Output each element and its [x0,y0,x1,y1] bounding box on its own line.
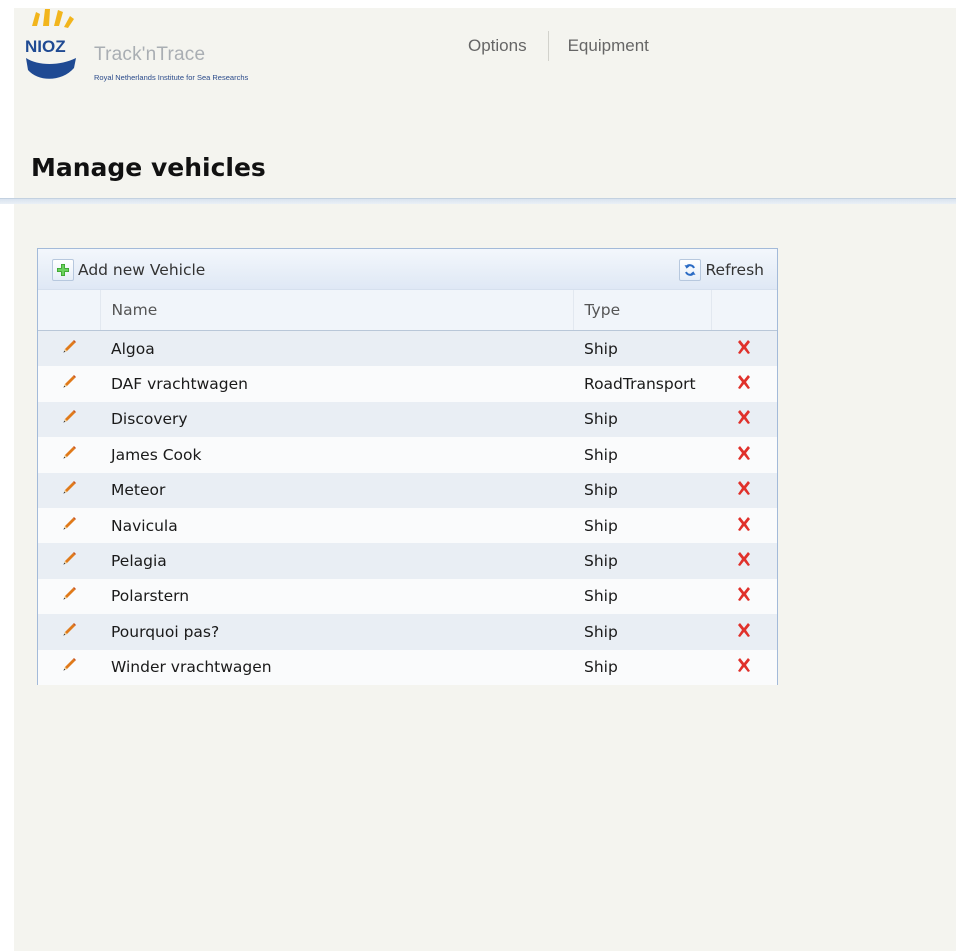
pencil-icon[interactable] [60,585,78,607]
edit-cell [38,437,100,473]
delete-x-icon[interactable] [735,338,753,360]
delete-x-icon[interactable] [735,621,753,643]
delete-cell [711,366,777,402]
vehicle-name: Discovery [100,401,573,438]
vehicles-table: Name Type Algoa Ship DAF vrachtwagen RoadTr… [38,290,777,685]
delete-cell [711,543,777,579]
edit-cell [38,649,100,685]
refresh-icon [679,259,702,281]
delete-x-icon[interactable] [735,373,753,395]
vehicle-type: Ship [573,578,711,615]
table-row[interactable]: Navicula Ship [38,507,777,544]
delete-x-icon[interactable] [735,550,753,572]
vehicle-type: RoadTransport [573,366,711,402]
column-header-type[interactable]: Type [572,290,711,331]
vehicle-name: Navicula [100,507,573,544]
pencil-icon[interactable] [60,656,78,678]
institute-subtitle: Royal Netherlands Institute for Sea Rese… [94,73,249,82]
table-row[interactable]: Meteor Ship [38,472,777,508]
table-row[interactable]: Winder vrachtwagen Ship [38,649,777,685]
table-row[interactable]: Pourquoi pas? Ship [38,614,777,650]
column-header-name[interactable]: Name [99,290,573,331]
vehicle-type: Ship [573,649,711,685]
nioz-brand-text: NIOZ [25,37,66,56]
delete-x-icon[interactable] [735,656,753,678]
pencil-icon[interactable] [60,338,78,360]
refresh-button[interactable]: Refresh [679,259,764,281]
table-header-row: Name Type [38,290,777,331]
vehicle-name: Algoa [100,330,573,367]
pencil-icon[interactable] [60,550,78,572]
top-navigation: Options Equipment [466,30,651,62]
vehicle-type: Ship [573,401,711,438]
delete-x-icon[interactable] [735,515,753,537]
delete-cell [711,649,777,685]
delete-x-icon[interactable] [735,585,753,607]
pencil-icon[interactable] [60,479,78,501]
nav-separator [547,31,549,61]
table-row[interactable]: Pelagia Ship [38,543,777,579]
grid-toolbar: Add new Vehicle Refresh [38,249,777,290]
edit-cell [38,543,100,579]
vehicles-grid: Add new Vehicle Refresh Name Type Algoa … [37,248,778,685]
edit-cell [38,507,100,544]
pencil-icon[interactable] [60,373,78,395]
vehicle-type: Ship [573,437,711,473]
delete-cell [711,401,777,438]
edit-cell [38,578,100,615]
nav-options[interactable]: Options [466,36,529,56]
vehicle-name: Pelagia [100,543,573,579]
vehicle-type: Ship [573,507,711,544]
refresh-label: Refresh [705,261,764,279]
table-row[interactable]: Polarstern Ship [38,578,777,615]
edit-cell [38,614,100,650]
vehicle-name: Winder vrachtwagen [100,649,573,685]
delete-x-icon[interactable] [735,479,753,501]
table-row[interactable]: James Cook Ship [38,437,777,473]
table-row[interactable]: DAF vrachtwagen RoadTransport [38,366,777,402]
edit-cell [38,330,100,367]
table-row[interactable]: Discovery Ship [38,401,777,438]
delete-cell [711,578,777,615]
delete-cell [711,437,777,473]
vehicle-type: Ship [573,614,711,650]
delete-x-icon[interactable] [735,408,753,430]
nav-equipment[interactable]: Equipment [566,36,651,56]
nioz-logo[interactable]: NIOZ Track'nTrace Royal Netherlands Inst… [24,8,304,90]
edit-cell [38,401,100,438]
vehicle-name: Meteor [100,472,573,508]
app-name: Track'nTrace [94,44,206,65]
pencil-icon[interactable] [60,444,78,466]
title-divider [0,198,956,204]
vehicle-name: DAF vrachtwagen [100,366,573,402]
page: NIOZ Track'nTrace Royal Netherlands Inst… [0,8,956,951]
vehicle-name: James Cook [100,437,573,473]
edit-cell [38,366,100,402]
add-vehicle-label: Add new Vehicle [78,261,206,279]
delete-cell [711,330,777,367]
edit-cell [38,472,100,508]
nioz-emblem-icon: NIOZ [25,9,76,79]
delete-x-icon[interactable] [735,444,753,466]
vehicle-type: Ship [573,330,711,367]
vehicle-type: Ship [573,543,711,579]
vehicle-name: Polarstern [100,578,573,615]
pencil-icon[interactable] [60,408,78,430]
pencil-icon[interactable] [60,515,78,537]
delete-column-header [710,290,777,331]
delete-cell [711,507,777,544]
pencil-icon[interactable] [60,621,78,643]
vehicle-type: Ship [573,472,711,508]
vehicle-name: Pourquoi pas? [100,614,573,650]
table-row[interactable]: Algoa Ship [38,330,777,367]
edit-column-header [38,290,100,331]
plus-icon [52,259,74,281]
delete-cell [711,472,777,508]
delete-cell [711,614,777,650]
page-title: Manage vehicles [31,153,266,182]
add-vehicle-button[interactable]: Add new Vehicle [52,259,205,281]
